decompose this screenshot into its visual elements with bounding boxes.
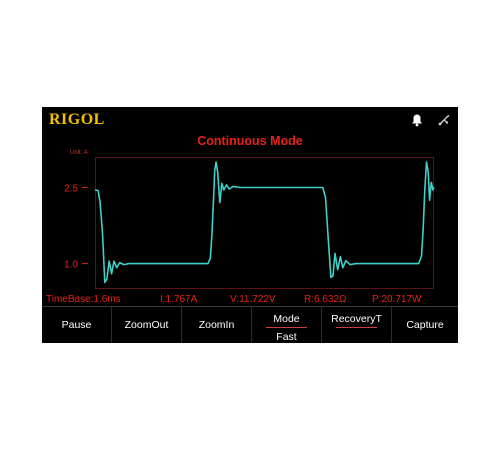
recovery-time-softkey-label: RecoveryT (331, 313, 382, 325)
mode-softkey-value: Fast (276, 331, 297, 343)
mode-underline (265, 327, 308, 328)
zoom-out-softkey-label: ZoomOut (124, 319, 169, 331)
power-readout: P:20.717W (372, 294, 422, 305)
voltage-readout: V:11.722V (230, 294, 276, 305)
current-readout: I:1.767A (160, 294, 198, 305)
pause-softkey[interactable]: Pause (42, 307, 112, 343)
timebase-readout: TimeBase:1.6ms (46, 294, 121, 305)
recovery-time-softkey[interactable]: RecoveryT (322, 307, 392, 343)
mode-softkey-label: Mode (273, 313, 300, 325)
resistance-readout: R:6.632Ω (304, 294, 347, 305)
current-waveform-line (94, 161, 435, 284)
zoom-out-softkey[interactable]: ZoomOut (112, 307, 182, 343)
zoom-in-softkey-label: ZoomIn (198, 319, 235, 331)
instrument-screen: RIGOL Continuous Mode Unit: A 2.5 1.0 Tim… (42, 107, 458, 343)
softkey-bar: Pause ZoomOut ZoomIn Mode Fast RecoveryT… (42, 306, 458, 343)
capture-softkey-label: Capture (406, 319, 444, 331)
recovery-underline (335, 327, 378, 328)
mode-softkey[interactable]: Mode Fast (252, 307, 322, 343)
y-tick-label: 2.5 (64, 183, 78, 194)
pause-softkey-label: Pause (61, 319, 92, 331)
zoom-in-softkey[interactable]: ZoomIn (182, 307, 252, 343)
y-tick-label: 1.0 (64, 260, 78, 271)
capture-softkey[interactable]: Capture (392, 307, 458, 343)
